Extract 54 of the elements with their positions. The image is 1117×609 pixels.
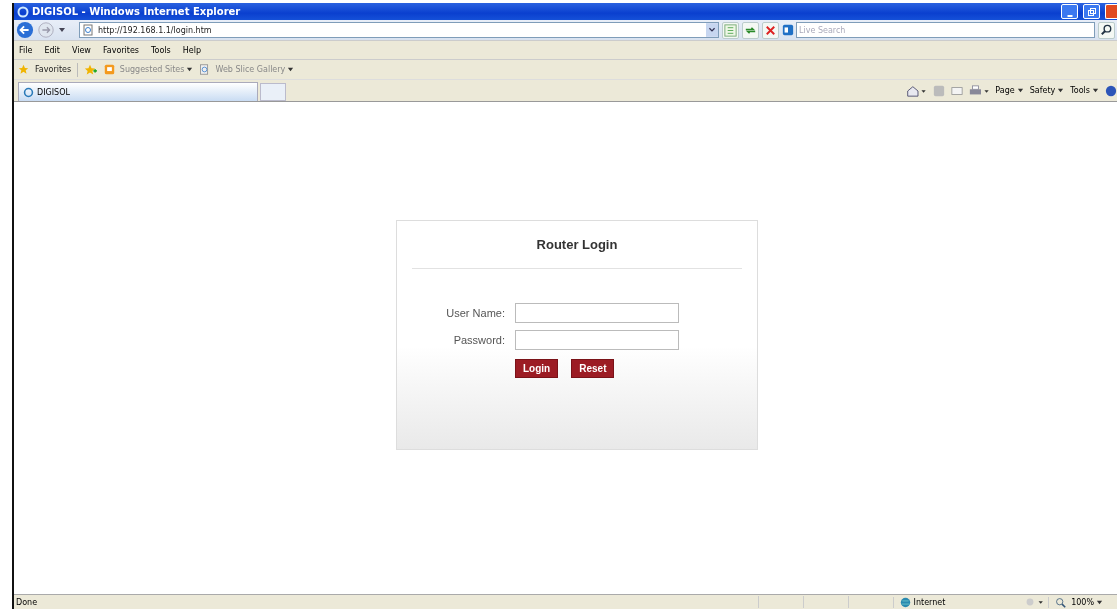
input-field[interactable] <box>515 303 679 323</box>
security-zone: Internet <box>892 596 1010 608</box>
minimize-icon <box>1066 15 1073 17</box>
field-label: User Name: <box>445 307 505 319</box>
suggested-sites-icon <box>103 64 115 75</box>
restore-icon <box>1086 7 1097 17</box>
close-button[interactable] <box>1105 4 1117 19</box>
browser-tab[interactable]: DIGISOL <box>18 82 258 101</box>
menu-item[interactable]: Favorites <box>102 45 139 55</box>
back-icon[interactable] <box>16 21 34 39</box>
command-menu[interactable]: Safety <box>1029 86 1065 95</box>
caret-icon <box>186 66 194 73</box>
restore-button[interactable] <box>1083 4 1100 19</box>
menu-item[interactable]: Edit <box>44 45 60 55</box>
menu-item[interactable]: View <box>71 45 91 55</box>
globe-icon <box>899 596 911 608</box>
minimize-button[interactable] <box>1061 4 1078 19</box>
ie-logo-icon <box>17 5 29 18</box>
login-title: Router Login <box>536 237 618 252</box>
mail-icon[interactable] <box>950 84 963 97</box>
caret-icon <box>1057 87 1065 94</box>
window-title: DIGISOL - Windows Internet Explorer <box>32 6 241 17</box>
status-text: Done <box>16 597 38 607</box>
caret-icon <box>1092 87 1099 94</box>
add-favorite-icon[interactable] <box>84 63 98 76</box>
menu-item[interactable]: File <box>19 45 33 55</box>
favorites-button[interactable]: Favorites <box>18 64 72 75</box>
page-icon <box>199 64 211 75</box>
field-label: Password: <box>452 334 505 346</box>
zoom-level[interactable]: 100% <box>1048 596 1117 608</box>
dropdown-icon[interactable] <box>706 23 718 37</box>
search-field[interactable]: Live Search <box>796 22 1095 38</box>
caret-icon[interactable] <box>58 26 66 34</box>
address-field[interactable]: http://192.168.1.1/login.htm <box>79 22 719 38</box>
home-icon[interactable] <box>906 84 927 97</box>
menu-item[interactable]: Help <box>182 45 201 55</box>
caret-icon <box>287 66 295 73</box>
caret-icon <box>1096 598 1103 606</box>
ie-logo-icon <box>23 86 34 98</box>
form-button[interactable]: Login <box>515 359 559 378</box>
form-button[interactable]: Reset <box>571 359 615 378</box>
magnifier-icon <box>1055 596 1067 608</box>
caret-icon <box>1016 87 1024 94</box>
menu-item[interactable]: Tools <box>151 45 171 55</box>
stop-icon[interactable] <box>762 21 779 39</box>
search-icon[interactable] <box>1098 21 1115 39</box>
command-menu[interactable]: Tools <box>1070 86 1099 95</box>
page-icon <box>82 24 94 36</box>
star-icon <box>18 64 29 75</box>
search-provider-icon[interactable] <box>782 24 794 36</box>
refresh-icon[interactable] <box>742 21 759 39</box>
input-field[interactable] <box>515 330 679 350</box>
printer-icon[interactable] <box>968 84 990 97</box>
command-menu[interactable]: Page <box>995 86 1024 95</box>
